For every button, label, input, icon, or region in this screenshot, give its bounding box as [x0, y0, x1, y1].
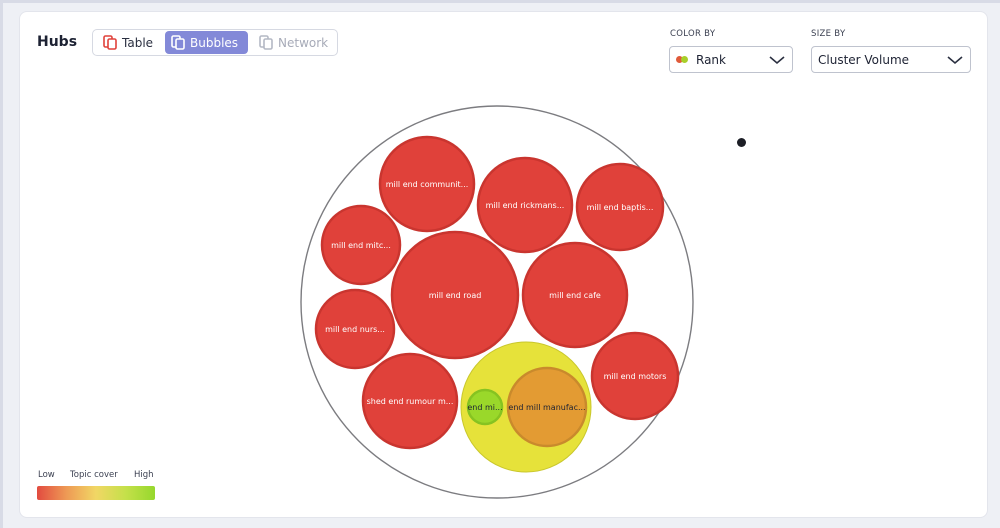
bubble[interactable]: end mi...	[466, 388, 504, 426]
bubble-label: mill end communit...	[386, 180, 469, 189]
bubble-label: mill end mitc...	[331, 241, 391, 250]
bubble[interactable]: mill end communit...	[378, 135, 476, 233]
bubble[interactable]: mill end mitc...	[320, 204, 402, 286]
bubble[interactable]: mill end rickmans...	[476, 156, 574, 254]
legend-low-label: Low	[38, 470, 55, 480]
bubble-label: mill end cafe	[549, 291, 601, 300]
bubble-label: mill end nurs...	[325, 325, 385, 334]
topic-cover-legend: Low Topic cover High	[37, 470, 157, 502]
bubble-label: end mi...	[467, 403, 502, 412]
bubble-label: mill end baptis...	[587, 203, 654, 212]
bubble[interactable]: mill end cafe	[521, 241, 629, 349]
legend-gradient-bar	[37, 486, 155, 500]
bubble-label: mill end rickmans...	[486, 201, 565, 210]
bubble[interactable]: end mill manufac...	[506, 366, 588, 448]
bubble-label: mill end motors	[604, 372, 667, 381]
bubble[interactable]: mill end motors	[590, 331, 680, 421]
bubble-chart: mill end communit... mill end rickmans..…	[300, 105, 694, 499]
bubble[interactable]: mill end baptis...	[575, 162, 665, 252]
bubble-label: mill end road	[429, 291, 482, 300]
bubble-label: shed end rumour m...	[367, 397, 454, 406]
bubble[interactable]: shed end rumour m...	[361, 352, 459, 450]
bubble[interactable]: mill end nurs...	[314, 288, 396, 370]
legend-high-label: High	[134, 470, 154, 480]
bubble[interactable]: mill end road	[390, 230, 520, 360]
legend-title: Topic cover	[70, 470, 118, 480]
bubble-label: end mill manufac...	[508, 403, 585, 412]
